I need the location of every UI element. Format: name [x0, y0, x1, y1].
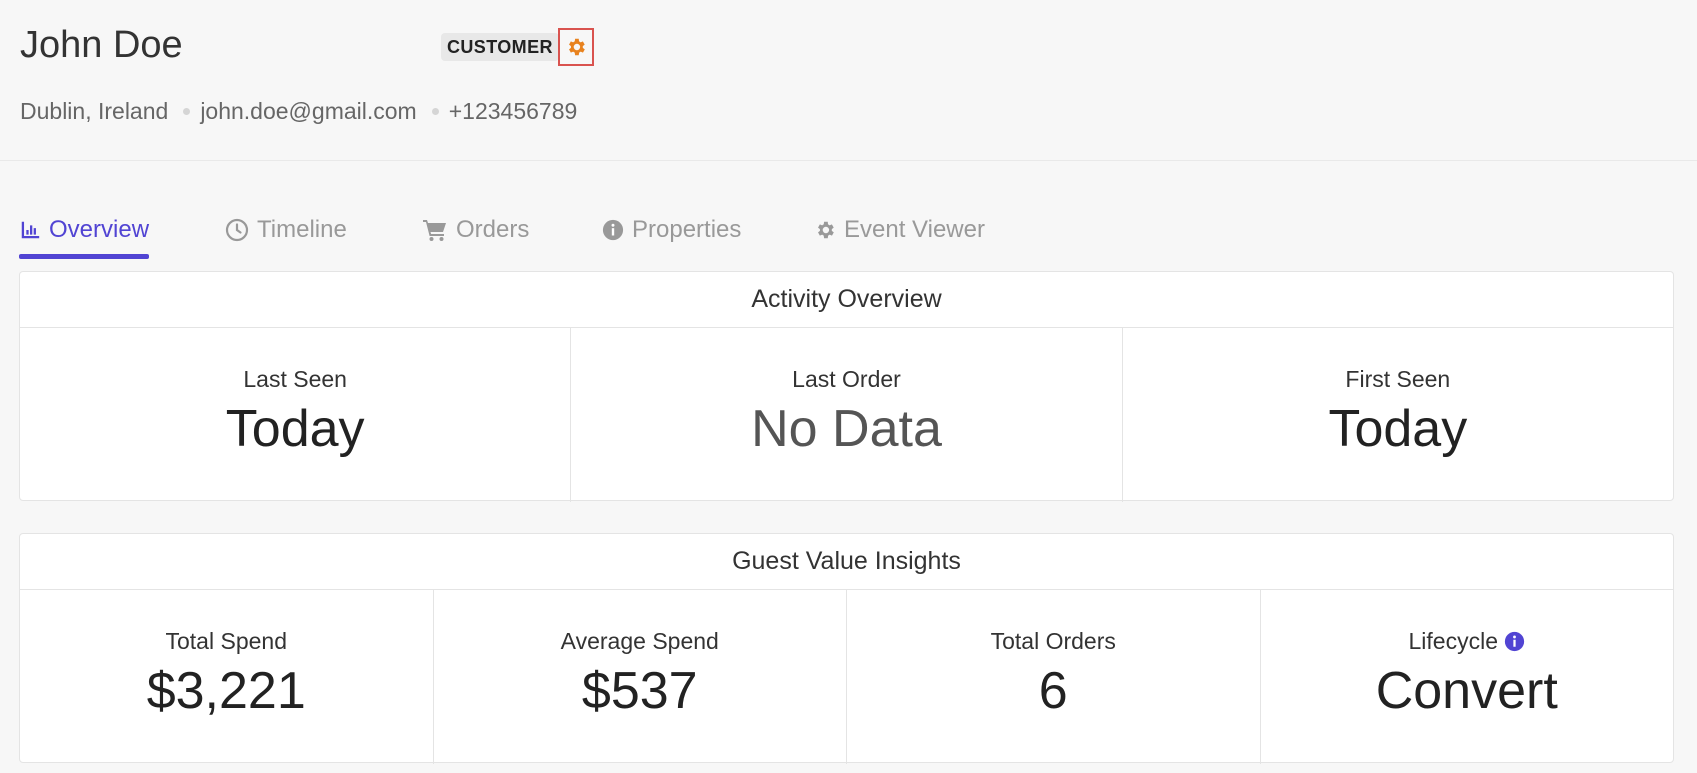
- stat-label: Last Seen: [243, 366, 347, 392]
- tab-orders[interactable]: Orders: [422, 210, 529, 250]
- customer-settings-button[interactable]: [558, 28, 594, 66]
- phone-text: +123456789: [448, 98, 578, 124]
- insight-stats: Total Spend $3,221 Average Spend $537 To…: [20, 590, 1673, 764]
- stat-label: Last Order: [792, 366, 901, 392]
- stat-label: Average Spend: [560, 628, 719, 654]
- customer-type-badge: CUSTOMER: [441, 33, 559, 61]
- profile-tabs: Overview Timeline Orders Properties Even…: [0, 210, 1697, 260]
- tab-label: Properties: [632, 216, 742, 243]
- stat-label: First Seen: [1345, 366, 1451, 392]
- stat-label-row: Lifecycle: [1409, 628, 1525, 655]
- stat-value: 6: [1038, 662, 1068, 720]
- email-text: john.doe@gmail.com: [200, 98, 417, 124]
- stat-lifecycle: Lifecycle Convert: [1261, 590, 1674, 764]
- stat-last-seen: Last Seen Today: [20, 328, 572, 502]
- tab-event-viewer[interactable]: Event Viewer: [814, 210, 985, 250]
- stat-value: No Data: [751, 400, 942, 458]
- card-title: Guest Value Insights: [20, 534, 1673, 590]
- tab-timeline[interactable]: Timeline: [225, 210, 347, 250]
- card-title: Activity Overview: [20, 272, 1673, 328]
- contact-info: Dublin, Ireland john.doe@gmail.com +1234…: [20, 98, 577, 125]
- separator-dot: [183, 108, 191, 115]
- customer-name: John Doe: [20, 24, 183, 66]
- clock-icon: [225, 218, 249, 242]
- stat-last-order: Last Order No Data: [571, 328, 1123, 502]
- tab-properties[interactable]: Properties: [602, 210, 741, 250]
- stat-value: Today: [225, 400, 365, 458]
- stat-value: $3,221: [146, 662, 306, 720]
- separator-dot: [431, 108, 439, 115]
- profile-header: John Doe CUSTOMER Dublin, Ireland john.d…: [0, 0, 1697, 161]
- info-icon[interactable]: [1504, 631, 1525, 652]
- cart-icon: [423, 220, 446, 241]
- info-circle-icon: [602, 219, 624, 241]
- tab-label: Timeline: [257, 216, 347, 243]
- chart-bar-icon: [21, 221, 40, 239]
- stat-total-spend: Total Spend $3,221: [20, 590, 434, 764]
- gear-icon: [818, 221, 834, 239]
- stat-label: Lifecycle: [1408, 628, 1498, 654]
- stat-total-orders: Total Orders 6: [847, 590, 1261, 764]
- stat-value: Today: [1328, 400, 1468, 458]
- tab-label: Overview: [49, 216, 150, 243]
- stat-label: Total Orders: [990, 628, 1116, 654]
- stat-value: Convert: [1375, 662, 1558, 720]
- tab-label: Orders: [456, 216, 530, 243]
- stat-value: $537: [581, 662, 698, 720]
- activity-overview-card: Activity Overview Last Seen Today Last O…: [19, 271, 1674, 502]
- tab-label: Event Viewer: [844, 216, 985, 243]
- activity-stats: Last Seen Today Last Order No Data First…: [20, 328, 1673, 502]
- tab-overview[interactable]: Overview: [19, 210, 150, 259]
- location-text: Dublin, Ireland: [20, 98, 169, 124]
- guest-value-insights-card: Guest Value Insights Total Spend $3,221 …: [19, 533, 1674, 764]
- stat-label: Total Spend: [165, 628, 287, 654]
- stat-first-seen: First Seen Today: [1123, 328, 1673, 502]
- stat-average-spend: Average Spend $537: [434, 590, 847, 764]
- gear-icon: [569, 38, 585, 56]
